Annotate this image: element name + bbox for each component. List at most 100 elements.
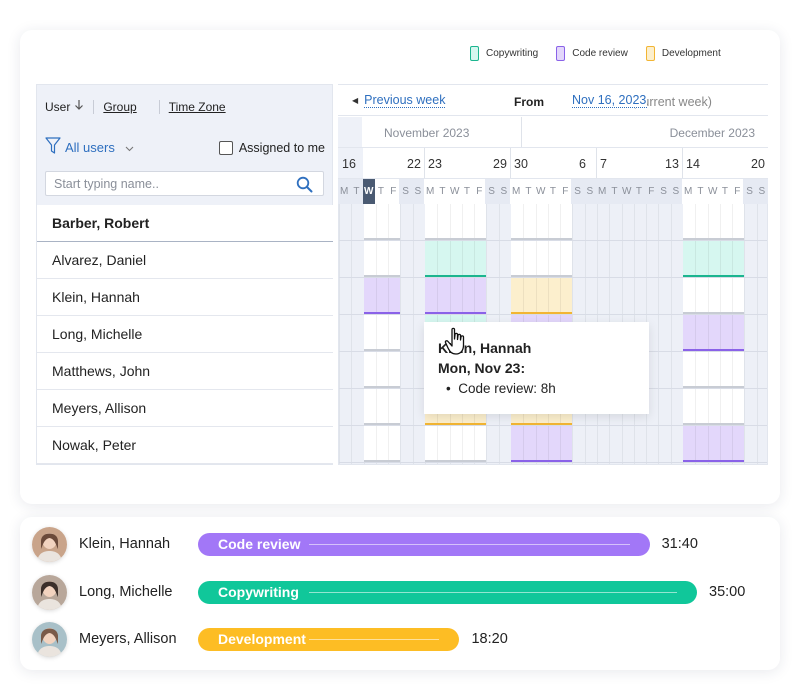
schedule-block-white[interactable] — [511, 204, 573, 240]
all-users-dropdown[interactable]: All users — [45, 137, 134, 158]
time-total: 18:20 — [471, 631, 508, 647]
sort-by-group[interactable]: Group — [103, 100, 136, 114]
time-bar[interactable]: Copywriting — [198, 580, 697, 604]
user-row[interactable]: Alvarez, Daniel — [37, 242, 333, 279]
schedule-block-white[interactable] — [363, 352, 401, 388]
hand-pointer-icon — [444, 327, 470, 362]
summary-row: Meyers, Allison Development 18:20 — [20, 617, 780, 663]
week-start-date: 14 — [686, 157, 700, 171]
day-of-week-cell: F — [559, 179, 572, 204]
day-of-week-cell: W — [534, 179, 547, 204]
user-row[interactable]: Nowak, Peter — [37, 427, 333, 464]
legend: Copywriting Code review Development — [470, 46, 721, 61]
legend-label: Copywriting — [486, 48, 539, 59]
day-of-week-cell: F — [645, 179, 658, 204]
day-of-week-cell: M — [510, 179, 523, 204]
arrow-down-icon[interactable] — [74, 99, 84, 114]
schedule-block-white[interactable] — [363, 315, 401, 351]
user-row[interactable]: Meyers, Allison — [37, 390, 333, 427]
schedule-block-white[interactable] — [683, 278, 745, 314]
schedule-block-white[interactable] — [363, 389, 401, 425]
summary-row: Klein, Hannah Code review 31:40 — [20, 522, 780, 568]
day-of-week-cell: T — [718, 179, 732, 204]
week-navigation: ◀ Previous week From (current week) Nov … — [338, 84, 768, 116]
summary-row: Long, Michelle Copywriting 35:00 — [20, 570, 780, 616]
grid-row-line — [339, 462, 767, 463]
summary-user-name: Meyers, Allison — [79, 631, 177, 647]
schedule-block-white[interactable] — [363, 241, 401, 277]
day-of-week-header: MTWTFSSMTWTFSSMTWTFSSMTWTFSSMTWTFSS — [338, 179, 768, 204]
day-of-week-cell: S — [571, 179, 584, 204]
week-start-date: 30 — [514, 157, 528, 171]
time-bar-line — [309, 591, 677, 593]
week-start-date: 23 — [428, 157, 442, 171]
day-of-week-cell: W — [362, 179, 375, 204]
day-of-week-cell: M — [424, 179, 437, 204]
user-panel: User Group Time Zone All users Assigned … — [36, 84, 333, 465]
week-end-date: 22 — [407, 157, 421, 171]
divider — [158, 99, 160, 114]
week-start-date: 16 — [342, 157, 356, 171]
schedule-block-purple[interactable] — [683, 426, 745, 462]
sort-by-time-zone[interactable]: Time Zone — [169, 100, 226, 114]
schedule-block-purple[interactable] — [363, 278, 401, 314]
chevron-down-icon — [125, 140, 134, 155]
user-row[interactable]: Long, Michelle — [37, 316, 333, 353]
week-divider — [596, 148, 597, 178]
schedule-block-yellow[interactable] — [511, 278, 573, 314]
day-of-week-cell: T — [460, 179, 474, 204]
day-of-week-cell: M — [596, 179, 609, 204]
day-of-week-cell: S — [485, 179, 498, 204]
previous-week-button[interactable]: ◀ Previous week — [352, 93, 446, 108]
search-input[interactable] — [54, 176, 284, 191]
day-of-week-cell: W — [620, 179, 633, 204]
week-divider — [424, 148, 425, 178]
time-bar[interactable]: Development — [198, 628, 460, 651]
schedule-block-purple[interactable] — [425, 278, 487, 314]
legend-label: Development — [661, 48, 721, 59]
sort-by-user[interactable]: User — [45, 100, 70, 114]
time-summary-card: Klein, Hannah Code review 31:40 Long, Miche… — [20, 517, 780, 670]
day-of-week-cell: T — [632, 179, 646, 204]
assigned-to-me-toggle[interactable]: Assigned to me — [218, 140, 325, 155]
schedule-block-white[interactable] — [511, 241, 573, 277]
all-users-label: All users — [65, 140, 115, 155]
day-of-week-cell: S — [497, 179, 510, 204]
time-bar-task: Copywriting — [218, 583, 299, 600]
schedule-block-white[interactable] — [425, 204, 487, 240]
day-of-week-cell: W — [448, 179, 461, 204]
user-row[interactable]: Klein, Hannah — [37, 279, 333, 316]
schedule-block-green[interactable] — [683, 241, 745, 277]
user-row[interactable]: Barber, Robert — [37, 205, 333, 242]
legend-item: Code review — [556, 46, 628, 61]
day-of-week-cell: S — [669, 179, 682, 204]
search-icon[interactable] — [296, 176, 313, 198]
time-bar-task: Development — [218, 631, 306, 647]
time-bar[interactable]: Code review — [198, 533, 650, 556]
day-of-week-cell: M — [338, 179, 351, 204]
schedule-block-purple[interactable] — [511, 426, 573, 462]
schedule-block-white[interactable] — [683, 204, 745, 240]
schedule-block-purple[interactable] — [683, 315, 745, 351]
schedule-block-white[interactable] — [363, 204, 401, 240]
day-of-week-cell: T — [546, 179, 560, 204]
from-date-picker[interactable]: Nov 16, 2023 — [572, 93, 648, 108]
schedule-block-white[interactable] — [363, 426, 401, 462]
schedule-block-white[interactable] — [683, 352, 745, 388]
summary-user-name: Long, Michelle — [79, 583, 173, 600]
time-bar-task: Code review — [218, 536, 301, 552]
user-list: Barber, Robert Alvarez, Daniel Klein, Hann… — [37, 205, 333, 464]
schedule-block-green[interactable] — [425, 241, 487, 277]
legend-item: Copywriting — [470, 46, 538, 61]
week-end-date: 6 — [579, 157, 586, 171]
scheduler-card: Copywriting Code review Development User G… — [20, 30, 780, 504]
avatar — [32, 574, 67, 610]
assigned-to-me-checkbox[interactable] — [218, 140, 233, 155]
legend-label: Code review — [572, 48, 628, 59]
day-of-week-cell: S — [743, 179, 756, 204]
schedule-block-white[interactable] — [683, 389, 745, 425]
avatar — [32, 622, 67, 657]
schedule-block-white[interactable] — [425, 426, 487, 462]
day-of-week-cell: T — [522, 179, 535, 204]
user-row[interactable]: Matthews, John — [37, 353, 333, 390]
